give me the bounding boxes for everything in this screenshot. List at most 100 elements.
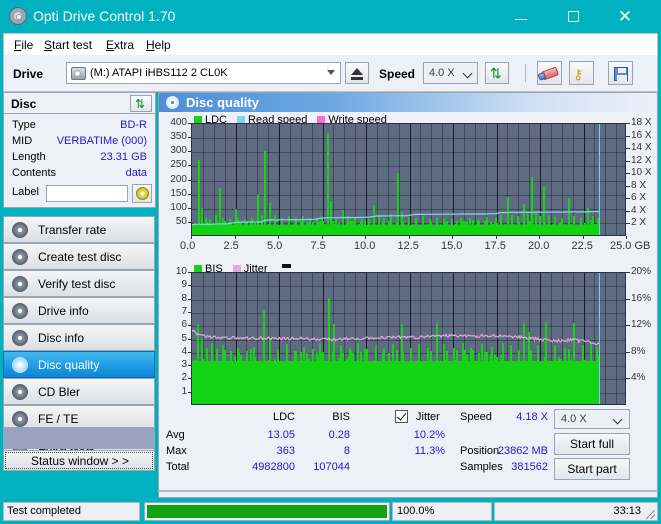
start-part-button[interactable]: Start part — [554, 458, 630, 480]
stats-position-value: 23862 MB — [497, 445, 548, 457]
disc-type-value: BD-R — [120, 119, 147, 131]
y-axis-tick-left: 10 — [175, 266, 187, 277]
disc-label-icon — [136, 187, 149, 200]
speed-label: Speed — [379, 67, 416, 81]
drive-select[interactable]: (M:) ATAPI iHBS112 2 CL0K — [66, 62, 341, 84]
disc-label-label: Label — [12, 186, 39, 198]
stats-jitter-max: 11.3% — [414, 445, 445, 457]
disc-panel-title: Disc — [11, 97, 37, 111]
disc-icon — [12, 276, 28, 292]
erase-disc-button[interactable] — [537, 61, 562, 85]
menu-item-extra[interactable]: Extra — [104, 37, 136, 53]
y-axis-tick-right: 18 X — [631, 117, 652, 128]
sidebar-item-label: Verify test disc — [38, 277, 116, 291]
eject-button[interactable] — [345, 62, 369, 84]
y-axis-tick-right: 16 X — [631, 129, 652, 141]
y-axis-tick-left: 5 — [181, 332, 187, 344]
plot-area — [191, 272, 626, 405]
disc-label-input[interactable] — [46, 185, 128, 202]
close-icon: ✕ — [617, 7, 633, 26]
sidebar-item-transfer-rate[interactable]: Transfer rate — [3, 216, 155, 243]
app-disc-icon — [9, 7, 27, 25]
chart2-marker — [281, 264, 291, 268]
y-axis-tick-left: 9 — [181, 279, 187, 291]
y-axis-tick-left: 2 — [181, 372, 187, 384]
progress-percent: 100.0% — [392, 502, 492, 521]
line-series-read-speed — [192, 210, 600, 226]
y-axis-tick-right: 12% — [631, 319, 652, 331]
menu-item-help[interactable]: Help — [144, 37, 173, 53]
disc-type-label: Type — [12, 119, 36, 131]
app-window: Opti Drive Control 1.70 ✕ File Start tes… — [0, 0, 661, 524]
title-bar: Opti Drive Control 1.70 ✕ — [0, 0, 661, 33]
y-axis-tick-left: 200 — [170, 173, 187, 185]
speed-select[interactable]: 4.0 X — [423, 62, 478, 84]
stats-ldc-max: 363 — [276, 445, 295, 457]
floppy-save-icon — [614, 67, 628, 81]
disc-icon — [12, 330, 28, 346]
progress-bar — [144, 502, 390, 521]
progress-bar-fill — [147, 505, 387, 518]
menu-item-file[interactable]: File — [12, 37, 35, 53]
status-window-button[interactable]: Status window > > — [3, 450, 155, 471]
sidebar-item-create-test-disc[interactable]: Create test disc — [3, 243, 155, 270]
chevron-down-icon — [614, 415, 623, 424]
y-axis-tick-right: 4 X — [631, 204, 647, 216]
sidebar-item-cd-bler[interactable]: CD Bler — [3, 378, 155, 405]
stats-header-jitter: Jitter — [416, 411, 440, 423]
disc-refresh-button[interactable]: ⇅ — [130, 95, 152, 112]
stats-samples-value: 381562 — [511, 461, 548, 473]
disc-quality-icon — [166, 96, 179, 109]
y-axis-tick-left: 8 — [181, 292, 187, 304]
menu-item-start-test[interactable]: Start test — [42, 37, 94, 53]
start-full-button[interactable]: Start full — [554, 433, 630, 455]
y-axis-tick-right: 4% — [631, 372, 646, 384]
jitter-checkbox[interactable] — [395, 410, 408, 423]
y-axis-tick-left: 3 — [181, 359, 187, 371]
disc-contents-value: data — [125, 167, 147, 179]
drive-icon — [71, 66, 86, 80]
y-axis-tick-right: 12 X — [631, 154, 652, 166]
x-axis-tick: 2.5 — [223, 240, 239, 252]
disc-info-panel: Disc ⇅ Type BD-R MID VERBATIMe (000) Len… — [3, 92, 156, 208]
resize-grip-icon[interactable] — [646, 510, 655, 519]
eraser-icon — [540, 66, 560, 81]
plot-area — [191, 123, 626, 236]
y-axis-tick-left: 4 — [181, 345, 187, 357]
sidebar-item-disc-info[interactable]: Disc info — [3, 324, 155, 351]
stats-ldc-total: 4982800 — [252, 461, 295, 473]
sidebar-item-disc-quality[interactable]: Disc quality — [3, 351, 155, 378]
disc-label-button[interactable] — [132, 184, 152, 203]
y-axis-tick-left: 250 — [170, 159, 187, 171]
y-axis-tick-right: 8% — [631, 345, 646, 357]
refresh-icon: ⇅ — [135, 97, 146, 111]
eject-icon — [351, 68, 363, 75]
minimize-button[interactable] — [501, 4, 541, 29]
chart-ldc-read-speed[interactable]: 50 100 150 200 250 300 350 400 2 X4 X6 X8 X 10 X1… — [159, 117, 657, 252]
disc-icon — [12, 303, 28, 319]
sidebar-item-label: FE / TE — [38, 412, 79, 426]
maximize-button[interactable] — [553, 4, 593, 29]
y-axis-tick-right: 20% — [631, 266, 652, 277]
y-axis-tick-right: 14 X — [631, 142, 652, 154]
x-axis-tick: 15.0 — [441, 240, 463, 252]
disc-contents-label: Contents — [12, 167, 57, 179]
save-button[interactable] — [608, 61, 633, 85]
close-button[interactable]: ✕ — [605, 4, 645, 29]
sidebar-item-verify-test-disc[interactable]: Verify test disc — [3, 270, 155, 297]
elapsed-time: 33:13 — [494, 502, 658, 521]
refresh-button[interactable]: ⇅ — [485, 62, 509, 84]
sidebar: Disc ⇅ Type BD-R MID VERBATIMe (000) Len… — [3, 92, 156, 477]
chart-bis-jitter[interactable]: 123456789104%8%12%16%20%0.02.55.07.510.0… — [159, 266, 657, 421]
main-panel: Disc quality LDC Read speed Write speed … — [158, 92, 658, 498]
y-axis-tick-left: 50 — [175, 215, 187, 227]
stats-jitter-avg: 10.2% — [413, 429, 445, 441]
drive-keys-button[interactable]: ⚷ — [569, 61, 594, 85]
sidebar-filler — [3, 427, 155, 449]
disc-length-value: 23.31 GB — [100, 151, 147, 163]
sidebar-item-drive-info[interactable]: Drive info — [3, 297, 155, 324]
stats-bis-max: 8 — [343, 445, 350, 457]
y-axis-tick-left: 1 — [181, 385, 187, 397]
x-axis-tick: 7.5 — [310, 240, 326, 252]
test-speed-select[interactable]: 4.0 X — [554, 409, 630, 429]
